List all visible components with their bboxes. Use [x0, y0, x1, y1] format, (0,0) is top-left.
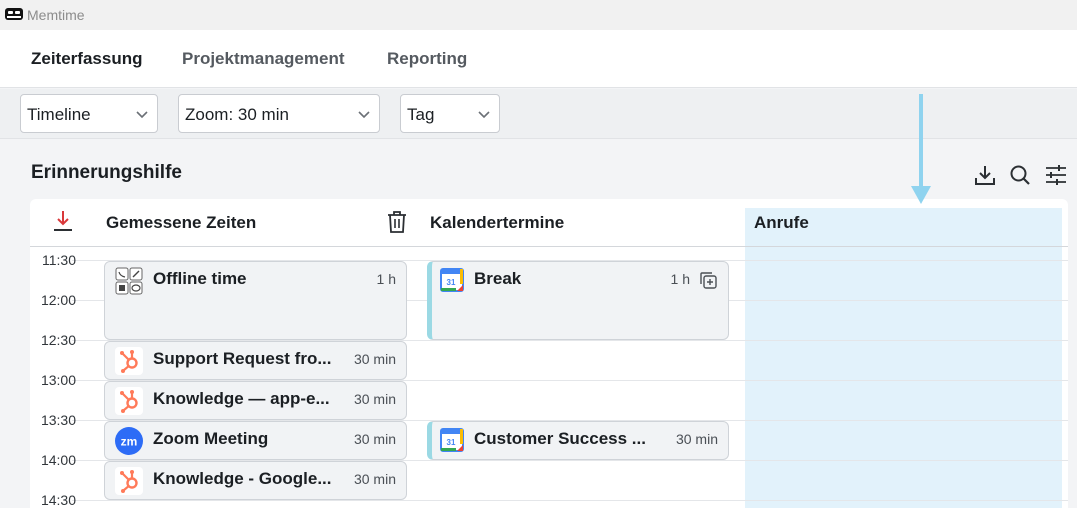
collapse-download-icon[interactable] — [52, 209, 74, 233]
copy-add-icon[interactable] — [700, 272, 717, 289]
google-calendar-icon: 31 — [440, 268, 464, 292]
time-label: 12:00 — [40, 292, 76, 308]
zoom-select[interactable]: Zoom: 30 min — [178, 94, 380, 133]
pointer-arrow-head — [911, 186, 931, 204]
section-title: Erinnerungshilfe — [31, 162, 182, 183]
entry-duration: 30 min — [353, 391, 396, 407]
time-label: 13:00 — [40, 372, 76, 388]
hubspot-icon — [115, 387, 143, 415]
nav-tab-projektmanagement[interactable]: Projektmanagement — [182, 49, 345, 69]
hubspot-icon — [115, 347, 143, 375]
main-nav: Zeiterfassung Projektmanagement Reportin… — [0, 30, 1077, 88]
zoom-select-value: Zoom: 30 min — [185, 105, 289, 124]
timeline-panel: Gemessene Zeiten Kalendertermine Anrufe … — [30, 199, 1068, 508]
entry-title: Zoom Meeting — [153, 429, 269, 448]
filter-sliders-icon[interactable] — [1044, 163, 1068, 187]
entry-duration: 30 min — [675, 431, 718, 447]
column-header-calendar: Kalendertermine — [430, 213, 565, 232]
app-title: Memtime — [27, 7, 85, 23]
time-label: 11:30 — [42, 252, 76, 268]
range-select[interactable]: Tag — [400, 94, 500, 133]
chevron-down-icon — [358, 111, 370, 119]
google-calendar-icon: 31 — [440, 428, 464, 452]
chevron-down-icon — [136, 111, 148, 119]
zoom-icon: zm — [115, 427, 143, 455]
time-entry[interactable]: Offline time 1 h — [104, 261, 407, 340]
view-select[interactable]: Timeline — [20, 94, 158, 133]
view-select-value: Timeline — [27, 105, 91, 124]
time-label: 14:30 — [40, 492, 76, 508]
time-label: 12:30 — [40, 332, 76, 348]
memtime-logo-icon — [5, 8, 23, 20]
chevron-down-icon — [478, 111, 490, 119]
column-header-calls: Anrufe — [754, 213, 809, 232]
title-bar: Memtime — [0, 0, 1077, 30]
calls-column-highlight — [745, 208, 1062, 508]
hubspot-icon — [115, 467, 143, 495]
time-entry[interactable]: Knowledge — app-e... 30 min — [104, 381, 407, 420]
range-select-value: Tag — [407, 105, 435, 124]
pointer-arrow-shaft — [919, 94, 923, 190]
search-icon[interactable] — [1008, 163, 1032, 187]
trash-icon[interactable] — [386, 210, 408, 234]
entry-title: Knowledge — app-e... — [153, 389, 330, 408]
offline-apps-icon — [115, 267, 143, 295]
entry-duration: 1 h — [376, 271, 396, 287]
entry-title: Break — [474, 269, 522, 288]
entry-duration: 30 min — [353, 351, 396, 367]
entry-duration: 1 h — [670, 271, 690, 287]
entry-title: Offline time — [153, 269, 247, 288]
time-label: 13:30 — [40, 412, 76, 428]
entry-duration: 30 min — [353, 471, 396, 487]
toolbar: Timeline Zoom: 30 min Tag — [0, 89, 1077, 139]
calendar-entry[interactable]: 31 Break 1 h — [427, 261, 729, 340]
nav-tab-reporting[interactable]: Reporting — [387, 49, 467, 69]
download-icon[interactable] — [973, 163, 997, 187]
calendar-entry[interactable]: 31 Customer Success ... 30 min — [427, 421, 729, 460]
grid-line — [72, 500, 1068, 501]
entry-title: Support Request fro... — [153, 349, 332, 368]
nav-tab-zeiterfassung[interactable]: Zeiterfassung — [31, 49, 142, 69]
time-entry[interactable]: Support Request fro... 30 min — [104, 341, 407, 380]
time-label: 14:00 — [40, 452, 76, 468]
svg-text:zm: zm — [121, 435, 138, 449]
column-header-measured: Gemessene Zeiten — [106, 213, 257, 232]
time-entry[interactable]: Knowledge - Google... 30 min — [104, 461, 407, 500]
entry-duration: 30 min — [353, 431, 396, 447]
header-divider — [30, 246, 1068, 247]
svg-text:31: 31 — [447, 438, 456, 447]
entry-title: Knowledge - Google... — [153, 469, 332, 488]
time-entry[interactable]: zm Zoom Meeting 30 min — [104, 421, 407, 460]
svg-text:31: 31 — [447, 278, 456, 287]
entry-title: Customer Success ... — [474, 429, 646, 448]
